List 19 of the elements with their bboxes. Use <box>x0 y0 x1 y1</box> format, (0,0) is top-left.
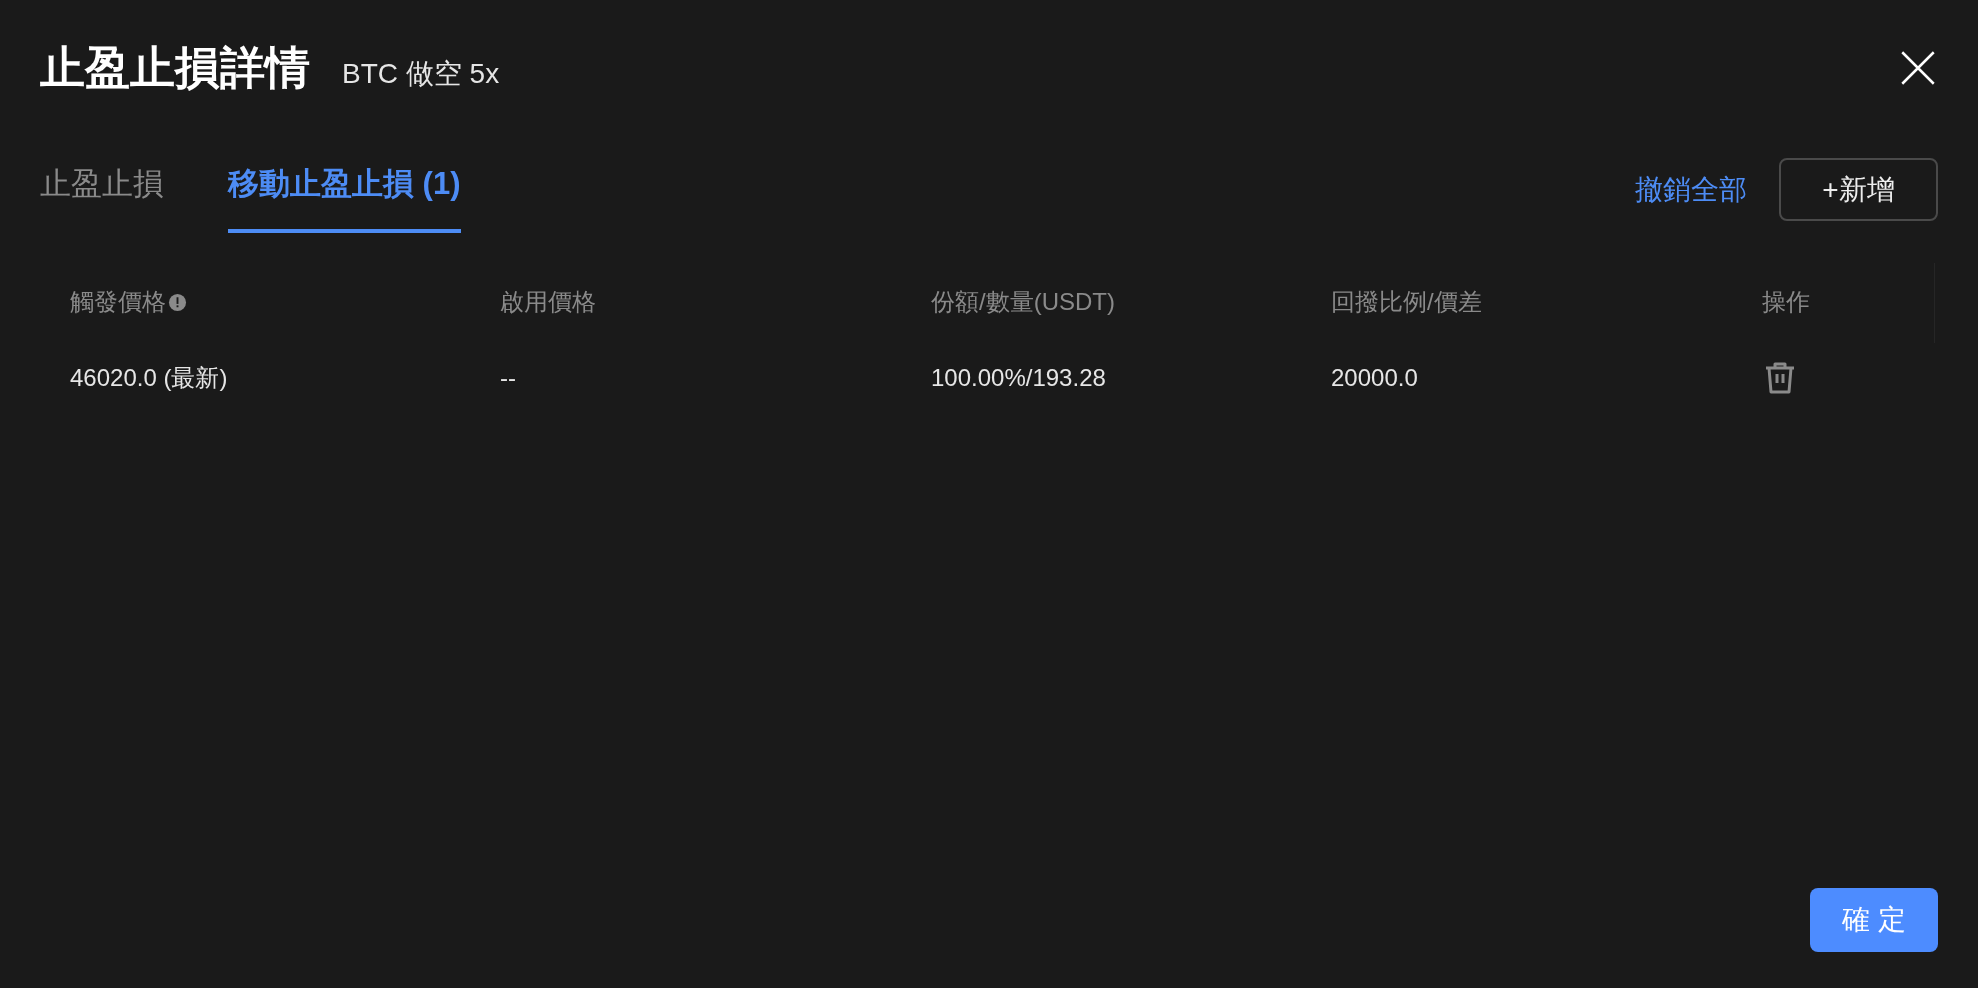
trash-icon[interactable] <box>1764 361 1796 395</box>
table-cell-text: 100.00%/193.28 <box>931 363 1106 393</box>
info-icon[interactable] <box>168 292 187 312</box>
tab[interactable]: 止盈止損 <box>40 160 164 233</box>
table-cell-text: 46020.0 (最新) <box>70 363 228 393</box>
cancel-all-link[interactable]: 撤銷全部 <box>1635 168 1747 211</box>
column-header: 觸發價格 <box>70 287 166 317</box>
column-header: 啟用價格 <box>500 287 596 317</box>
column-header: 回撥比例/價差 <box>1331 287 1482 317</box>
confirm-button[interactable]: 確定 <box>1810 888 1938 952</box>
dialog-subtitle: BTC 做空 5x <box>342 57 500 91</box>
close-icon[interactable] <box>1900 50 1936 86</box>
tab[interactable]: 移動止盈止損 (1) <box>228 160 461 233</box>
table-cell-text: -- <box>500 363 516 393</box>
table-cell-text: 20000.0 <box>1331 363 1418 393</box>
column-header: 份額/數量(USDT) <box>931 287 1115 317</box>
column-header: 操作 <box>1762 287 1810 317</box>
dialog-title: 止盈止損詳情 <box>40 41 310 95</box>
add-button[interactable]: +新增 <box>1779 158 1938 221</box>
